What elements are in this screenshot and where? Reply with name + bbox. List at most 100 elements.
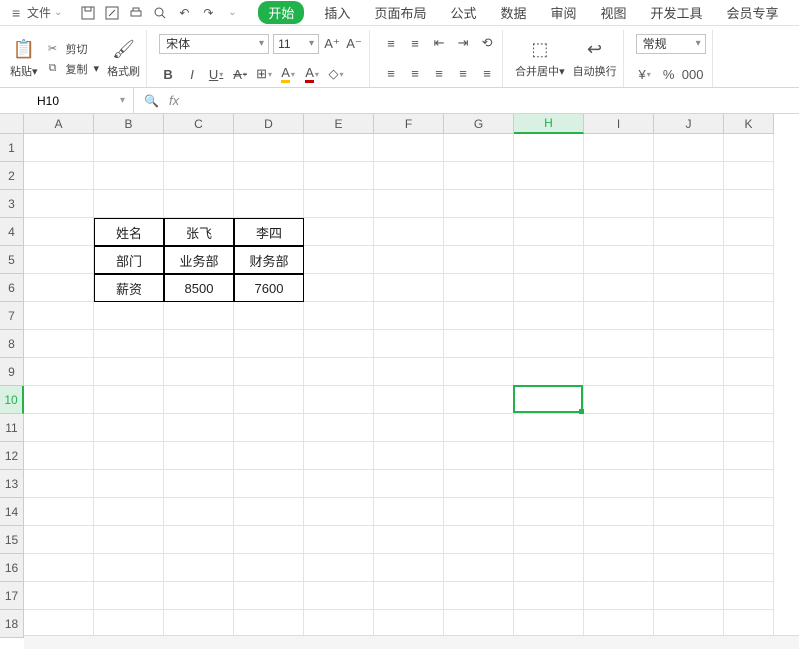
- cell-F16[interactable]: [374, 554, 444, 582]
- cell-A14[interactable]: [24, 498, 94, 526]
- cell-G6[interactable]: [444, 274, 514, 302]
- cell-B5[interactable]: 部门: [94, 246, 164, 274]
- col-header-E[interactable]: E: [304, 114, 374, 134]
- cell-C18[interactable]: [164, 610, 234, 638]
- cell-H9[interactable]: [514, 358, 584, 386]
- underline-button[interactable]: U: [207, 65, 225, 83]
- cell-K5[interactable]: [724, 246, 774, 274]
- cell-F13[interactable]: [374, 470, 444, 498]
- cell-G13[interactable]: [444, 470, 514, 498]
- col-header-H[interactable]: H: [514, 114, 584, 134]
- cell-K16[interactable]: [724, 554, 774, 582]
- cell-K15[interactable]: [724, 526, 774, 554]
- cell-E7[interactable]: [304, 302, 374, 330]
- cell-G18[interactable]: [444, 610, 514, 638]
- cell-B6[interactable]: 薪资: [94, 274, 164, 302]
- cell-C10[interactable]: [164, 386, 234, 414]
- print-icon[interactable]: [128, 5, 144, 21]
- cell-G10[interactable]: [444, 386, 514, 414]
- cell-A11[interactable]: [24, 414, 94, 442]
- cell-I6[interactable]: [584, 274, 654, 302]
- cell-G4[interactable]: [444, 218, 514, 246]
- col-header-G[interactable]: G: [444, 114, 514, 134]
- cell-A8[interactable]: [24, 330, 94, 358]
- cell-I2[interactable]: [584, 162, 654, 190]
- row-header-2[interactable]: 2: [0, 162, 24, 190]
- cell-D6[interactable]: 7600: [234, 274, 304, 302]
- cell-H2[interactable]: [514, 162, 584, 190]
- cell-E18[interactable]: [304, 610, 374, 638]
- merge-center-button[interactable]: ⬚ 合并居中▾: [515, 39, 565, 79]
- cell-E10[interactable]: [304, 386, 374, 414]
- cell-J1[interactable]: [654, 134, 724, 162]
- cell-A17[interactable]: [24, 582, 94, 610]
- save-icon[interactable]: [80, 5, 96, 21]
- cell-I11[interactable]: [584, 414, 654, 442]
- cell-K17[interactable]: [724, 582, 774, 610]
- cell-H6[interactable]: [514, 274, 584, 302]
- cell-E6[interactable]: [304, 274, 374, 302]
- row-header-4[interactable]: 4: [0, 218, 24, 246]
- row-header-3[interactable]: 3: [0, 190, 24, 218]
- cell-C8[interactable]: [164, 330, 234, 358]
- bold-button[interactable]: B: [159, 65, 177, 83]
- cell-B18[interactable]: [94, 610, 164, 638]
- tab-会员专享[interactable]: 会员专享: [723, 1, 783, 24]
- cell-B10[interactable]: [94, 386, 164, 414]
- cell-J6[interactable]: [654, 274, 724, 302]
- copy-button[interactable]: ⧉复制▾: [46, 61, 100, 77]
- cell-G14[interactable]: [444, 498, 514, 526]
- row-header-10[interactable]: 10: [0, 386, 24, 414]
- cell-B12[interactable]: [94, 442, 164, 470]
- tab-页面布局[interactable]: 页面布局: [370, 1, 430, 24]
- cell-D4[interactable]: 李四: [234, 218, 304, 246]
- cell-D3[interactable]: [234, 190, 304, 218]
- cell-E2[interactable]: [304, 162, 374, 190]
- cell-D10[interactable]: [234, 386, 304, 414]
- redo-icon[interactable]: ↷: [200, 5, 216, 21]
- cell-B1[interactable]: [94, 134, 164, 162]
- cell-F1[interactable]: [374, 134, 444, 162]
- cell-A10[interactable]: [24, 386, 94, 414]
- font-color-button[interactable]: A: [303, 65, 321, 83]
- col-header-B[interactable]: B: [94, 114, 164, 134]
- undo-icon[interactable]: ↶: [176, 5, 192, 21]
- cell-H13[interactable]: [514, 470, 584, 498]
- cell-G15[interactable]: [444, 526, 514, 554]
- tab-审阅[interactable]: 审阅: [546, 1, 580, 24]
- cell-I14[interactable]: [584, 498, 654, 526]
- percent-icon[interactable]: %: [660, 65, 678, 83]
- cell-J9[interactable]: [654, 358, 724, 386]
- orientation-icon[interactable]: ⟲: [478, 34, 496, 52]
- cell-B17[interactable]: [94, 582, 164, 610]
- decrease-font-icon[interactable]: A⁻: [345, 35, 363, 53]
- row-header-14[interactable]: 14: [0, 498, 24, 526]
- col-header-F[interactable]: F: [374, 114, 444, 134]
- cells-area[interactable]: 姓名张飞李四部门业务部财务部薪资85007600: [24, 134, 774, 638]
- cell-H5[interactable]: [514, 246, 584, 274]
- cell-D15[interactable]: [234, 526, 304, 554]
- col-header-I[interactable]: I: [584, 114, 654, 134]
- cell-C3[interactable]: [164, 190, 234, 218]
- cell-A1[interactable]: [24, 134, 94, 162]
- cell-C13[interactable]: [164, 470, 234, 498]
- cell-G3[interactable]: [444, 190, 514, 218]
- tab-数据[interactable]: 数据: [496, 1, 530, 24]
- cell-C7[interactable]: [164, 302, 234, 330]
- cell-K11[interactable]: [724, 414, 774, 442]
- cell-F15[interactable]: [374, 526, 444, 554]
- cell-K13[interactable]: [724, 470, 774, 498]
- col-header-A[interactable]: A: [24, 114, 94, 134]
- clear-format-button[interactable]: ◇: [327, 65, 345, 83]
- align-middle-icon[interactable]: ≡: [406, 34, 424, 52]
- search-fn-icon[interactable]: 🔍: [144, 94, 159, 108]
- cell-G12[interactable]: [444, 442, 514, 470]
- print-preview-icon[interactable]: [152, 5, 168, 21]
- cell-H14[interactable]: [514, 498, 584, 526]
- cell-E15[interactable]: [304, 526, 374, 554]
- cell-C11[interactable]: [164, 414, 234, 442]
- cell-G17[interactable]: [444, 582, 514, 610]
- cell-D11[interactable]: [234, 414, 304, 442]
- cell-F12[interactable]: [374, 442, 444, 470]
- cell-H17[interactable]: [514, 582, 584, 610]
